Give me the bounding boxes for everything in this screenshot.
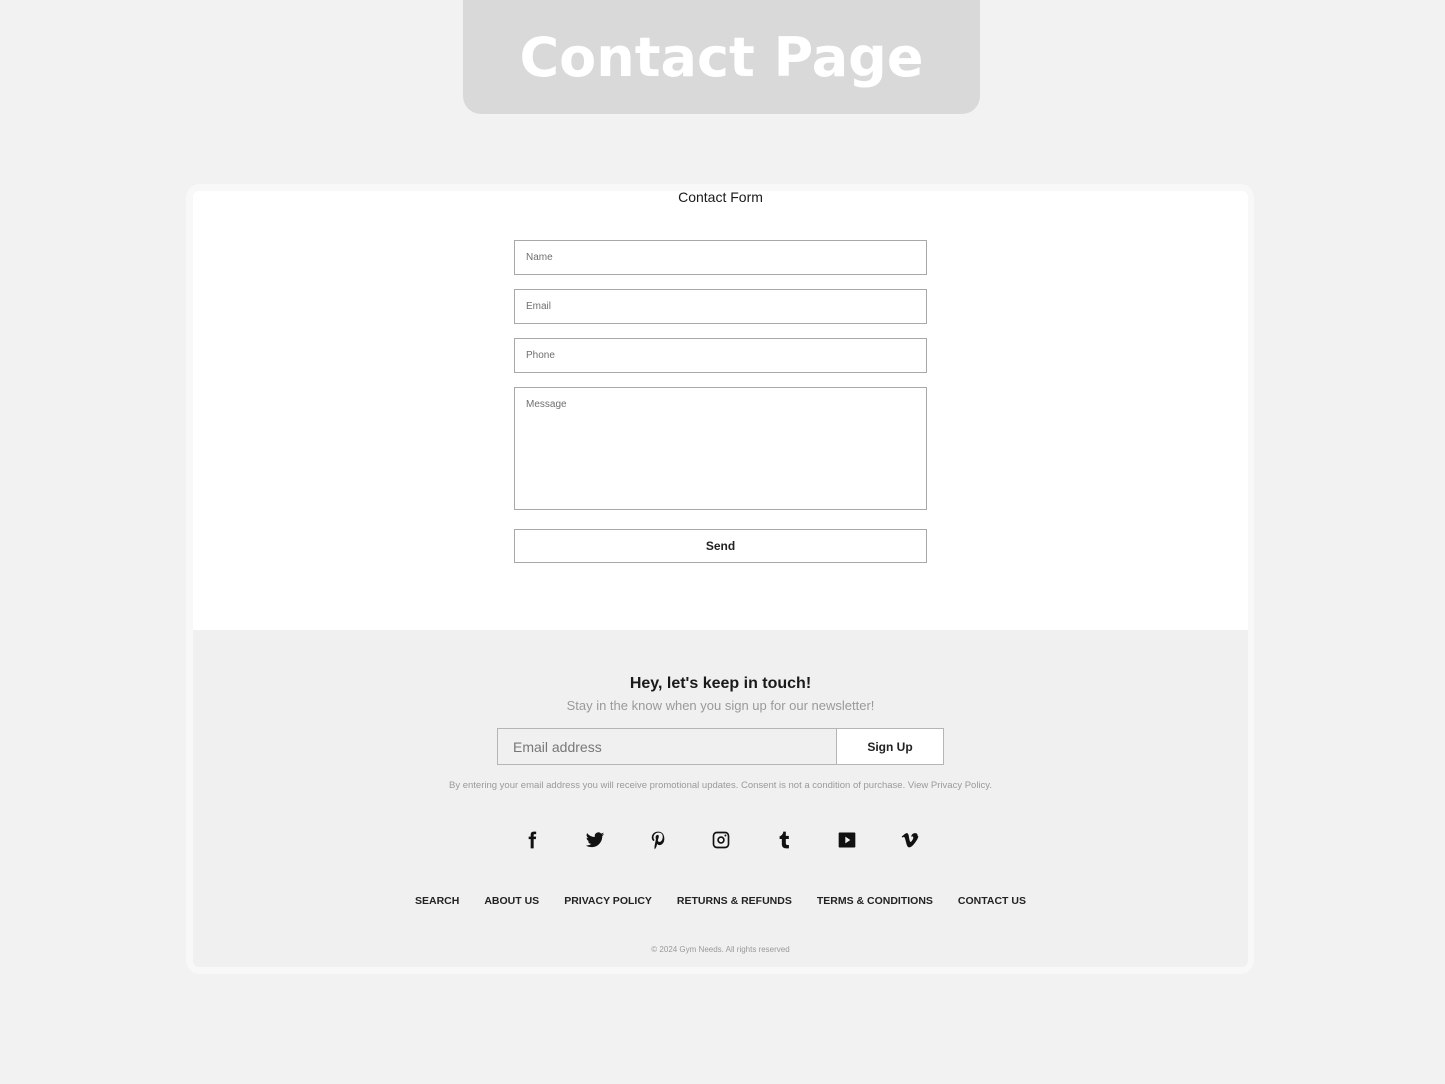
footer: Hey, let's keep in touch! Stay in the kn… — [193, 630, 1248, 967]
page-title: Contact Page — [519, 25, 924, 89]
newsletter-subtitle: Stay in the know when you sign up for ou… — [566, 698, 875, 713]
footer-links: SEARCH ABOUT US PRIVACY POLICY RETURNS &… — [193, 895, 1248, 907]
email-placeholder: Email — [526, 301, 552, 312]
tumblr-icon — [779, 831, 789, 849]
send-button[interactable]: Send — [514, 529, 927, 563]
page-title-banner: Contact Page — [463, 0, 980, 114]
vimeo-icon — [901, 833, 918, 848]
email-input[interactable]: Email — [514, 289, 927, 324]
twitter-link[interactable] — [583, 828, 607, 852]
newsletter-title: Hey, let's keep in touch! — [629, 675, 812, 692]
footer-link-returns-refunds[interactable]: RETURNS & REFUNDS — [677, 895, 792, 907]
sign-up-button[interactable]: Sign Up — [836, 728, 944, 765]
consent-text: By entering your email address you will … — [448, 780, 992, 791]
footer-link-about-us[interactable]: ABOUT US — [484, 895, 539, 907]
message-placeholder: Message — [526, 399, 567, 410]
name-input[interactable]: Name — [514, 240, 927, 275]
pinterest-icon — [651, 831, 664, 850]
vimeo-link[interactable] — [898, 828, 922, 852]
social-links — [193, 828, 1248, 852]
footer-link-contact-us[interactable]: CONTACT US — [958, 895, 1026, 907]
name-placeholder: Name — [526, 252, 553, 263]
contact-card: Contact Form Name Email Phone Message Se… — [193, 191, 1248, 967]
twitter-icon — [585, 832, 604, 848]
newsletter-email-placeholder: Email address — [513, 738, 602, 755]
tumblr-link[interactable] — [772, 828, 796, 852]
youtube-icon — [838, 832, 855, 848]
footer-link-privacy-policy[interactable]: PRIVACY POLICY — [564, 895, 652, 907]
facebook-icon — [528, 831, 536, 849]
phone-placeholder: Phone — [526, 350, 555, 361]
instagram-icon — [712, 831, 729, 849]
newsletter-email-input[interactable]: Email address — [497, 728, 836, 765]
contact-form-title: Contact Form — [678, 191, 763, 205]
newsletter-form: Email address Sign Up — [497, 728, 944, 765]
copyright-text: © 2024 Gym Needs. All rights reserved — [651, 945, 790, 954]
pinterest-link[interactable] — [646, 828, 670, 852]
phone-input[interactable]: Phone — [514, 338, 927, 373]
footer-link-terms-conditions[interactable]: TERMS & CONDITIONS — [817, 895, 933, 907]
message-textarea[interactable]: Message — [514, 387, 927, 510]
footer-link-search[interactable]: SEARCH — [415, 895, 459, 907]
facebook-link[interactable] — [520, 828, 544, 852]
youtube-link[interactable] — [835, 828, 859, 852]
instagram-link[interactable] — [709, 828, 733, 852]
